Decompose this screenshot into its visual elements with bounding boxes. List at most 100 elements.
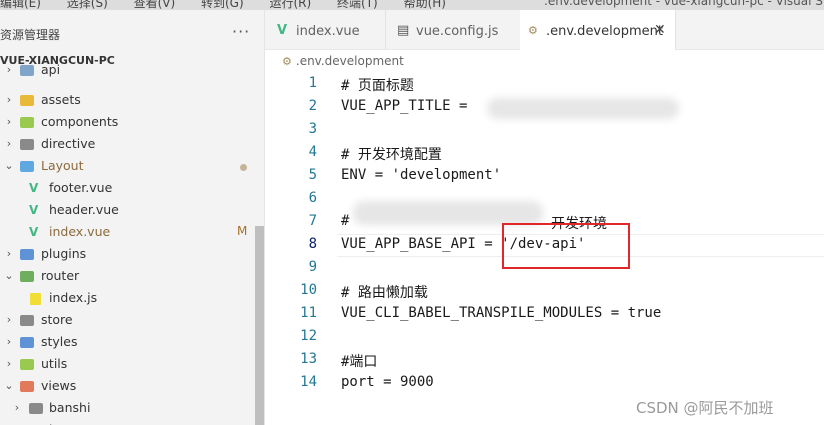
sidebar-scrollbar[interactable] <box>255 226 264 425</box>
tree-item-router[interactable]: ⌄ router <box>0 266 254 288</box>
tree-item-label: banshi <box>49 400 91 415</box>
menu-view[interactable]: 查看(V) <box>134 0 176 10</box>
folder-open-icon <box>20 381 34 392</box>
tree-item-header-vue[interactable]: V header.vue <box>0 200 254 222</box>
line-number: 13 <box>300 351 317 367</box>
tree-item-views[interactable]: ⌄ views <box>0 376 254 398</box>
modified-dot-icon <box>240 164 247 171</box>
settings-file-icon: ⚙ <box>282 55 292 68</box>
tree-item-label: styles <box>41 334 78 349</box>
tree-item-label: api <box>41 62 61 77</box>
menu-select[interactable]: 选择(S) <box>67 0 108 10</box>
menu-goto[interactable]: 转到(G) <box>201 0 244 10</box>
tree-item-label: store <box>41 312 73 327</box>
tree-item-label: components <box>41 114 119 129</box>
annotation-highlight-box <box>502 223 630 269</box>
chevron-right-icon: › <box>6 313 12 326</box>
breadcrumb: ⚙ .env.development <box>282 54 404 68</box>
tree-item-label: Layout <box>41 158 84 173</box>
redacted-value <box>487 98 679 119</box>
menu-edit[interactable]: 编辑(E) <box>0 0 41 10</box>
folder-icon <box>20 117 34 128</box>
chevron-right-icon: › <box>6 137 12 150</box>
line-number: 14 <box>300 374 317 390</box>
tree-item-styles[interactable]: › styles <box>0 332 254 354</box>
tree-item-api[interactable]: › api <box>0 60 254 82</box>
tab-label: index.vue <box>296 24 360 39</box>
line-number: 11 <box>300 305 317 321</box>
folder-icon <box>20 337 34 348</box>
tree-item-label: plugins <box>41 246 87 261</box>
folder-icon <box>29 403 43 414</box>
tree-item-layout[interactable]: ⌄ Layout <box>0 156 254 178</box>
chevron-down-icon: ⌄ <box>4 379 14 392</box>
tab-label: vue.config.js <box>416 24 499 39</box>
tree-item-home[interactable]: › home <box>0 420 254 425</box>
menu-bar: 编辑(E) 选择(S) 查看(V) 转到(G) 运行(R) 终端(T) 帮助(H… <box>0 0 468 10</box>
tab-vue-config-js[interactable]: ▤ vue.config.js <box>385 10 521 49</box>
folder-icon <box>20 65 34 76</box>
tree-item-utils[interactable]: › utils <box>0 354 254 376</box>
tree-item-index-js[interactable]: index.js <box>0 288 254 310</box>
code-line-13: #端口 <box>341 354 378 370</box>
js-config-icon: ▤ <box>397 23 410 38</box>
code-line-5: ENV = 'development' <box>341 167 502 183</box>
title-bar: 编辑(E) 选择(S) 查看(V) 转到(G) 运行(R) 终端(T) 帮助(H… <box>0 0 824 10</box>
menu-run[interactable]: 运行(R) <box>270 0 312 10</box>
tree-item-label: index.vue <box>49 224 111 239</box>
line-number: 5 <box>308 167 317 183</box>
chevron-right-icon: › <box>6 247 12 260</box>
vue-icon: V <box>277 23 288 38</box>
menu-help[interactable]: 帮助(H) <box>404 0 446 10</box>
tab-index-vue[interactable]: V index.vue <box>265 10 386 49</box>
settings-file-icon: ⚙ <box>528 24 538 37</box>
folder-icon <box>20 359 34 370</box>
line-number: 9 <box>308 259 317 275</box>
window-title: .env.development - vue-xiangcun-pc - Vis… <box>544 0 824 8</box>
modified-badge: M <box>237 224 248 238</box>
tree-item-assets[interactable]: › assets <box>0 90 254 112</box>
close-icon[interactable]: ✕ <box>654 22 666 38</box>
folder-icon <box>20 249 34 260</box>
code-line-1: # 页面标题 <box>341 78 414 94</box>
code-line-7: # <box>341 213 350 229</box>
code-line-2: VUE_APP_TITLE = <box>341 98 476 114</box>
folder-icon <box>20 95 34 106</box>
tree-item-label: utils <box>41 356 68 371</box>
redacted-comment <box>353 201 543 225</box>
watermark: CSDN @阿民不加班 <box>636 399 774 417</box>
more-actions-icon[interactable]: ··· <box>232 22 250 41</box>
vue-icon: V <box>29 203 39 217</box>
tree-item-store[interactable]: › store <box>0 310 254 332</box>
explorer-title: 资源管理器 <box>0 28 61 42</box>
line-number: 7 <box>308 213 317 229</box>
vue-icon: V <box>29 181 39 195</box>
tab-label: .env.development <box>546 24 663 39</box>
tree-item-plugins[interactable]: › plugins <box>0 244 254 266</box>
tree-item-label: directive <box>41 136 96 151</box>
line-number: 8 <box>308 236 317 252</box>
chevron-down-icon: ⌄ <box>4 159 14 172</box>
line-number: 10 <box>300 282 317 298</box>
chevron-right-icon: › <box>14 401 20 414</box>
menu-terminal[interactable]: 终端(T) <box>337 0 378 10</box>
line-number: 12 <box>300 328 317 344</box>
code-line-4: # 开发环境配置 <box>341 147 442 163</box>
code-line-10: # 路由懒加载 <box>341 285 428 301</box>
tree-item-label: assets <box>41 92 81 107</box>
tree-item-label: header.vue <box>49 202 119 217</box>
tree-item-label: router <box>41 268 80 283</box>
tab-env-development[interactable]: ⚙ .env.development ✕ <box>520 10 676 50</box>
code-line-14: port = 9000 <box>341 374 434 390</box>
tree-item-label: index.js <box>49 290 98 305</box>
tree-item-index-vue[interactable]: V index.vue M <box>0 222 254 244</box>
folder-open-icon <box>20 271 34 282</box>
tree-item-footer-vue[interactable]: V footer.vue <box>0 178 254 200</box>
tree-item-banshi[interactable]: › banshi <box>0 398 254 420</box>
chevron-right-icon: › <box>6 335 12 348</box>
tree-item-directive[interactable]: › directive <box>0 134 254 156</box>
tree-item-components[interactable]: › components <box>0 112 254 134</box>
breadcrumb-file[interactable]: .env.development <box>296 54 404 68</box>
tree-item-label: views <box>41 378 77 393</box>
vue-icon: V <box>29 225 39 239</box>
